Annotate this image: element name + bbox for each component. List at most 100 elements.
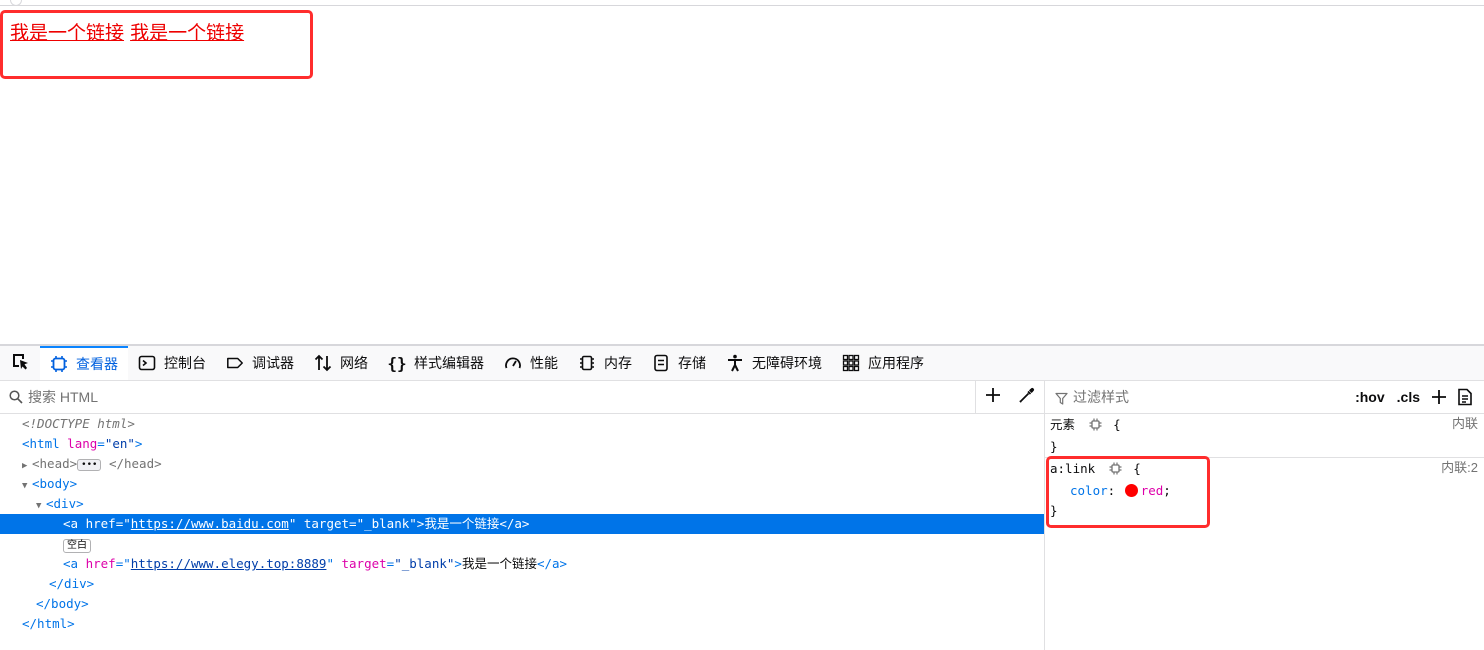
tree-node-div[interactable]: ▼ <div> — [0, 494, 1044, 514]
tab-label: 调试器 — [252, 356, 294, 372]
tab-label: 性能 — [530, 356, 558, 372]
tree-node-a[interactable]: <a href="https://www.elegy.top:8889" tar… — [0, 554, 1044, 574]
tab-performance[interactable]: 性能 — [494, 346, 568, 380]
collapse-arrow-icon[interactable]: ▼ — [22, 476, 32, 496]
collapsed-ellipsis-icon[interactable]: ••• — [77, 458, 102, 471]
tag-text: </body> — [36, 596, 89, 611]
search-icon — [9, 389, 23, 408]
attr-value: "_blank" — [394, 556, 455, 571]
tab-memory[interactable]: 内存 — [568, 346, 642, 380]
network-icon — [314, 354, 332, 372]
viewport-top-border — [0, 5, 1484, 6]
attr-name: lang — [67, 436, 98, 451]
search-html-input[interactable] — [0, 381, 975, 413]
tag-text: <a — [63, 516, 79, 531]
attr-name: target — [341, 556, 387, 571]
tag-text: <html — [22, 436, 60, 451]
doctype-text: <!DOCTYPE html> — [22, 416, 135, 431]
tree-node-html-close[interactable]: </html> — [0, 614, 1044, 634]
add-node-button[interactable] — [975, 381, 1010, 413]
tab-label: 查看器 — [76, 357, 118, 373]
tab-network[interactable]: 网络 — [304, 346, 378, 380]
tab-label: 控制台 — [164, 356, 206, 372]
collapse-arrow-icon[interactable]: ▼ — [36, 496, 46, 516]
rule-selector: 元素 — [1050, 417, 1076, 432]
tab-inspector[interactable]: 查看器 — [40, 346, 128, 380]
tab-console[interactable]: 控制台 — [128, 346, 216, 380]
rule-source-link[interactable]: 内联:2 — [1441, 458, 1478, 478]
tag-text: </a> — [499, 516, 530, 531]
expand-arrow-icon[interactable]: ▶ — [22, 456, 32, 476]
rule-source-link[interactable]: 内联 — [1452, 414, 1478, 434]
inspector-icon — [50, 355, 68, 373]
tag-text: </head> — [108, 456, 162, 471]
element-picker-icon — [10, 351, 30, 375]
tag-text: <a — [63, 556, 79, 571]
print-simulation-button[interactable] — [1452, 382, 1478, 412]
tab-application[interactable]: 应用程序 — [832, 346, 934, 380]
plus-icon — [985, 387, 1001, 407]
annotation-box-rule — [1046, 456, 1210, 528]
tree-node-body-close[interactable]: </body> — [0, 594, 1044, 614]
eyedropper-button[interactable] — [1010, 381, 1044, 413]
attr-value: "_blank" — [356, 516, 417, 531]
tree-node-html[interactable]: <html lang="en"> — [0, 434, 1044, 454]
node-text: 我是一个链接 — [461, 556, 537, 571]
tree-node-head[interactable]: ▶ <head> ••• </head> — [0, 454, 1044, 474]
debugger-icon — [226, 354, 244, 372]
markup-tree: <!DOCTYPE html> <html lang="en"> ▶ <head>… — [0, 414, 1044, 634]
tab-style-editor[interactable]: {} 样式编辑器 — [378, 346, 494, 380]
tag-text: <div> — [46, 496, 84, 511]
brace-open: { — [1113, 417, 1121, 432]
add-rule-button[interactable] — [1426, 382, 1452, 412]
tab-debugger[interactable]: 调试器 — [216, 346, 304, 380]
tag-text: <head> — [32, 456, 78, 471]
page-viewport: 我是一个链接 我是一个链接 — [0, 0, 1484, 344]
element-picker-button[interactable] — [0, 346, 40, 380]
attr-value: "en" — [104, 436, 135, 451]
whitespace-badge: 空白 — [63, 539, 91, 553]
accessibility-icon — [726, 354, 744, 372]
markup-toolbar — [0, 381, 1044, 414]
attr-name: href — [85, 516, 116, 531]
tab-label: 网络 — [340, 356, 368, 372]
href-link[interactable]: https://www.elegy.top:8889 — [131, 556, 327, 571]
style-editor-icon: {} — [387, 353, 407, 373]
tree-node-a-selected[interactable]: <a href="https://www.baidu.com" target="… — [0, 514, 1044, 534]
tab-label: 无障碍环境 — [752, 356, 822, 372]
annotation-box-links — [0, 10, 313, 79]
tree-node-body[interactable]: ▼ <body> — [0, 474, 1044, 494]
storage-icon — [652, 354, 670, 372]
markup-panel: <!DOCTYPE html> <html lang="en"> ▶<head>… — [0, 381, 1045, 650]
brace-close: } — [1050, 439, 1058, 454]
tag-text: <body> — [32, 476, 78, 491]
tree-node-whitespace[interactable]: 空白 — [0, 534, 1044, 554]
document-icon — [1458, 388, 1472, 406]
tab-label: 样式编辑器 — [414, 356, 484, 372]
cls-toggle-button[interactable]: .cls — [1391, 389, 1426, 405]
devtools-panel: 查看器 控制台 调试器 网络 {} 样式编辑器 性能 内存 存储 无障碍环境 应… — [0, 344, 1484, 650]
tab-label: 应用程序 — [868, 356, 924, 372]
tree-node-doctype[interactable]: <!DOCTYPE html> — [0, 414, 1044, 434]
tab-label: 存储 — [678, 356, 706, 372]
node-text: 我是一个链接 — [424, 516, 500, 531]
filter-styles-input[interactable] — [1045, 381, 1350, 413]
tag-text: </html> — [22, 616, 75, 631]
console-icon — [138, 354, 156, 372]
performance-icon — [504, 354, 522, 372]
tag-text: </a> — [536, 556, 568, 571]
tab-label: 内存 — [604, 356, 632, 372]
attr-name: target — [303, 516, 350, 531]
eyedropper-icon — [1018, 386, 1036, 408]
plus-icon — [1432, 390, 1446, 404]
memory-icon — [578, 354, 596, 372]
tab-storage[interactable]: 存储 — [642, 346, 716, 380]
href-link[interactable]: https://www.baidu.com — [131, 516, 289, 531]
tree-node-div-close[interactable]: </div> — [0, 574, 1044, 594]
tab-accessibility[interactable]: 无障碍环境 — [716, 346, 832, 380]
devtools-tab-bar: 查看器 控制台 调试器 网络 {} 样式编辑器 性能 内存 存储 无障碍环境 应… — [0, 346, 1484, 381]
element-highlighter-icon[interactable] — [1089, 417, 1102, 437]
rule-element: 元素 { } 内联 — [1045, 414, 1484, 458]
hov-toggle-button[interactable]: :hov — [1349, 389, 1391, 405]
filter-icon — [1055, 390, 1068, 409]
